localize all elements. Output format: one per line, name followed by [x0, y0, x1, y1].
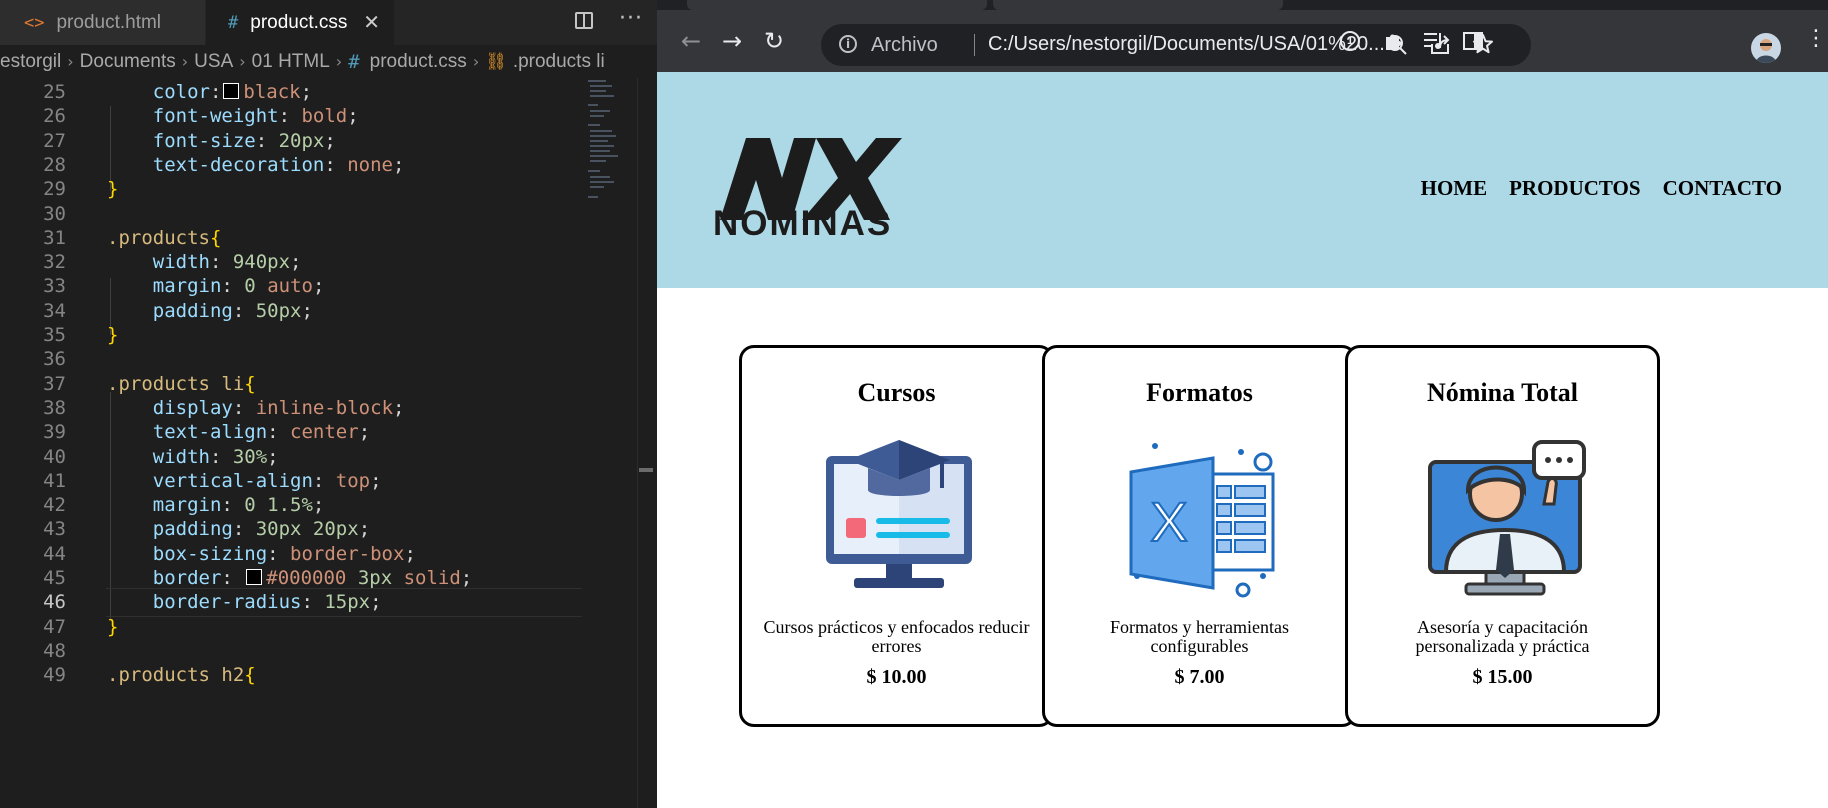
extensions-puzzle-icon[interactable] — [1382, 29, 1406, 53]
scrollbar-thumb[interactable] — [639, 468, 653, 472]
tab-label: product.css — [250, 11, 348, 33]
products-list: Cursos Cursos prácticos y enfocados redu… — [739, 345, 1759, 735]
site-header: NOMINAS HOME PRODUCTOS CONTACTO — [657, 72, 1828, 288]
back-icon[interactable]: ← — [674, 24, 708, 58]
online-course-icon — [826, 440, 972, 588]
split-editor-icon[interactable] — [575, 12, 594, 29]
nav-link-productos[interactable]: PRODUCTOS — [1509, 176, 1640, 201]
product-card: Formatos X Formatos y herramientas confi… — [1042, 345, 1357, 727]
breadcrumb: estorgil › Documents › USA › 01 HTML › # product.… — [0, 45, 657, 78]
product-price: $ 10.00 — [866, 666, 927, 688]
info-icon[interactable]: i — [839, 35, 857, 53]
breadcrumb-separator-icon: › — [335, 52, 343, 71]
tab-label: product.html — [56, 11, 162, 33]
logo-wordmark: NOMINAS — [713, 204, 893, 243]
breadcrumb-separator-icon: › — [472, 52, 480, 71]
browser-window: ← → ↻ i Archivo C:/Users/nestorgil/Docum… — [657, 0, 1828, 808]
breadcrumb-item[interactable]: product.css — [370, 51, 467, 73]
code-editor-window: <> product.html # product.css ✕ ··· esto… — [0, 0, 657, 808]
main-nav: HOME PRODUCTOS CONTACTO — [1421, 176, 1782, 201]
tab-product-html[interactable]: <> product.html — [0, 0, 205, 45]
css-file-icon: # — [228, 12, 239, 33]
reload-icon[interactable]: ↻ — [757, 24, 791, 58]
product-description: Formatos y herramientas configurables — [1110, 617, 1289, 656]
product-title: Nómina Total — [1427, 378, 1578, 407]
more-actions-icon[interactable]: ··· — [619, 8, 643, 30]
product-card: Nómina Total Asesoría y capacitación per… — [1345, 345, 1660, 727]
nav-link-home[interactable]: HOME — [1421, 176, 1488, 201]
product-description: Asesoría y capacitación personalizada y … — [1415, 617, 1590, 656]
media-queue-icon[interactable] — [1422, 30, 1446, 52]
product-title: Formatos — [1146, 378, 1253, 407]
css-file-icon: # — [348, 50, 360, 73]
breadcrumb-item[interactable]: 01 HTML — [252, 51, 330, 73]
code-editor[interactable]: 25 color: black; 26 font-weight: bold; 27 f… — [0, 78, 657, 808]
product-price: $ 15.00 — [1472, 666, 1533, 688]
color-swatch-icon[interactable] — [246, 569, 263, 585]
divider — [974, 34, 975, 56]
breadcrumb-separator-icon: › — [181, 52, 189, 71]
breadcrumb-item[interactable]: estorgil — [0, 51, 61, 73]
editor-scrollbar[interactable] — [637, 78, 652, 808]
color-swatch-icon[interactable] — [223, 83, 240, 99]
minimap[interactable] — [588, 80, 618, 210]
product-title: Cursos — [857, 378, 936, 407]
side-panel-icon[interactable] — [1462, 30, 1484, 52]
symbol-class-icon: ⛓ — [485, 51, 507, 72]
editor-actions: ··· — [575, 8, 643, 30]
site-info-label: Archivo — [871, 34, 938, 56]
line-number: 49 — [43, 664, 66, 687]
browser-tab[interactable] — [687, 0, 987, 10]
editor-tab-bar: <> product.html # product.css ✕ ··· — [0, 0, 657, 45]
forward-icon[interactable]: → — [715, 24, 749, 58]
browser-tab[interactable] — [993, 0, 1283, 10]
browser-tab-strip — [657, 0, 1828, 10]
chrome-menu-icon[interactable]: ⋮ — [1805, 28, 1827, 50]
code-line[interactable]: 49 .products h2{ — [0, 661, 600, 690]
tab-product-css[interactable]: # product.css ✕ — [206, 0, 394, 45]
web-page: NOMINAS HOME PRODUCTOS CONTACTO Cursos C… — [657, 72, 1828, 808]
profile-avatar[interactable] — [1751, 33, 1781, 63]
url-text[interactable]: C:/Users/nestorgil/Documents/USA/01%20..… — [988, 33, 1385, 56]
product-card: Cursos Cursos prácticos y enfocados redu… — [739, 345, 1054, 727]
breadcrumb-separator-icon: › — [67, 52, 74, 71]
close-icon[interactable]: ✕ — [363, 10, 380, 34]
breadcrumb-item[interactable]: .products li — [513, 51, 605, 73]
code-text: .products h2{ — [107, 664, 256, 687]
nav-link-contacto[interactable]: CONTACTO — [1663, 176, 1782, 201]
browser-toolbar: ← → ↻ i Archivo C:/Users/nestorgil/Docum… — [657, 10, 1828, 72]
extension-badge-icon[interactable]: 1 — [1340, 31, 1360, 51]
product-price: $ 7.00 — [1174, 666, 1225, 688]
breadcrumb-item[interactable]: USA — [194, 51, 233, 73]
breadcrumb-separator-icon: › — [239, 52, 246, 71]
consultant-icon — [1428, 440, 1586, 596]
html-file-icon: <> — [24, 12, 45, 33]
svg-text:X: X — [1150, 490, 1187, 553]
product-description: Cursos prácticos y enfocados reducir err… — [763, 617, 1030, 656]
excel-format-icon: X — [1129, 443, 1275, 598]
breadcrumb-item[interactable]: Documents — [80, 51, 176, 73]
